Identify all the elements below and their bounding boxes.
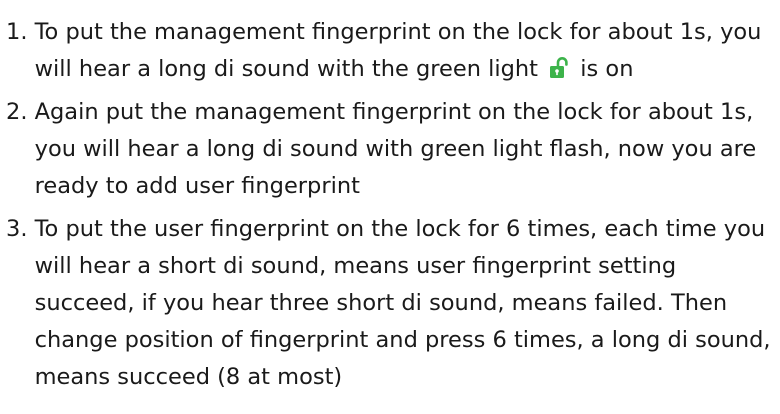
- step-text: To put the user fingerprint on the lock …: [34, 216, 771, 390]
- step-number: 2.: [6, 99, 28, 125]
- step-3: 3. To put the user fingerprint on the lo…: [6, 211, 774, 396]
- step-1: 1. To put the management fingerprint on …: [6, 14, 774, 88]
- step-2: 2. Again put the management fingerprint …: [6, 94, 774, 205]
- unlocked-padlock-icon: [550, 57, 568, 78]
- step-text-after-icon: is on: [580, 56, 634, 82]
- step-text: Again put the management fingerprint on …: [34, 99, 757, 199]
- step-text: To put the management fingerprint on the…: [35, 14, 774, 88]
- step-text-before-icon: To put the management fingerprint on the…: [34, 19, 762, 82]
- step-number: 3.: [6, 216, 28, 242]
- step-number: 1.: [6, 19, 28, 45]
- instruction-document: 1. To put the management fingerprint on …: [0, 0, 780, 414]
